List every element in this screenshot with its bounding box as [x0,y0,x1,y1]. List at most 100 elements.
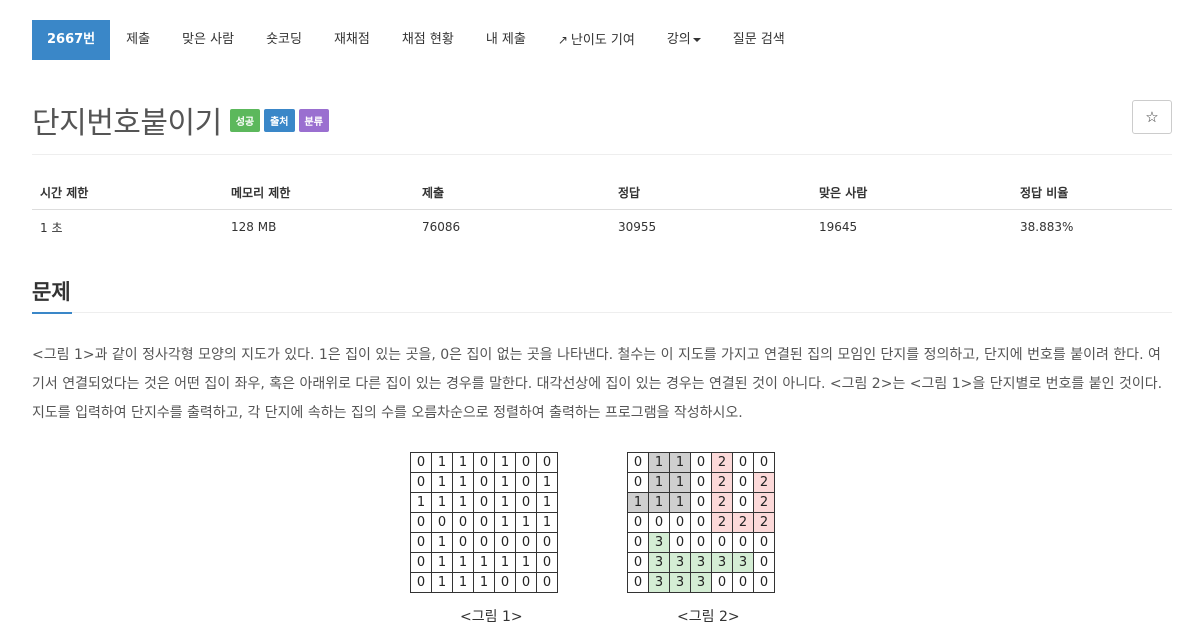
grid-cell: 0 [732,472,754,493]
header-submissions: 제출 [414,175,610,210]
grid-cell: 1 [452,452,474,473]
grid-cell: 1 [473,572,495,593]
grid-cell: 2 [711,452,733,473]
grid-cell: 0 [515,492,537,513]
grid-cell: 0 [536,552,558,573]
grid-cell: 0 [732,452,754,473]
badge-source[interactable]: 출처 [264,108,295,132]
problem-info-table: 시간 제한 메모리 제한 제출 정답 맞은 사람 정답 비율 1 초 128 M… [32,175,1172,244]
grid-cell: 0 [690,492,712,513]
nav-my-submissions[interactable]: 내 제출 [470,20,542,60]
favorite-star-button[interactable]: ☆ [1132,100,1172,134]
header-accepted: 정답 [610,175,811,210]
grid-cell: 0 [732,492,754,513]
grid-cell: 0 [410,572,432,593]
grid-row: 0110202 [627,472,775,493]
nav-difficulty[interactable]: ↗ 난이도 기여 [542,20,651,60]
grid-cell: 1 [627,492,649,513]
table-row: 1 초 128 MB 76086 30955 19645 38.883% [32,210,1172,245]
nav-short-coding[interactable]: 숏코딩 [250,20,318,60]
table-header-row: 시간 제한 메모리 제한 제출 정답 맞은 사람 정답 비율 [32,175,1172,210]
section-underline [32,312,72,314]
grid-row: 0333330 [627,552,775,573]
nav-solved-users[interactable]: 맞은 사람 [166,20,250,60]
grid-cell: 1 [536,472,558,493]
grid-cell: 0 [627,472,649,493]
external-link-icon: ↗ [557,33,568,47]
grid-cell: 1 [648,492,670,513]
value-solved-users: 19645 [819,220,858,234]
header-solved-users: 맞은 사람 [811,175,1012,210]
header-memory-limit: 메모리 제한 [223,175,414,210]
figure-2-caption: <그림 2> [677,609,740,625]
page-title: 단지번호붙이기 [32,106,222,141]
grid-row: 0111110 [410,552,558,573]
badge-success[interactable]: 성공 [229,108,261,132]
grid-cell: 2 [711,492,733,513]
grid-cell: 0 [452,512,474,533]
grid-cell: 1 [494,452,516,473]
grid-cell: 3 [648,572,670,593]
grid-cell: 1 [473,552,495,573]
grid-cell: 2 [753,492,775,513]
grid-cell: 1 [431,492,453,513]
grid-cell: 0 [711,532,733,553]
grid-cell: 0 [753,572,775,593]
grid-cell: 3 [732,552,754,573]
grid-cell: 0 [473,492,495,513]
grid-row: 1110202 [627,492,775,513]
grid-cell: 0 [753,532,775,553]
grid-cell: 3 [690,552,712,573]
caret-down-icon [692,37,701,42]
grid-cell: 3 [669,552,691,573]
grid-row: 1110101 [410,492,558,513]
grid-cell: 0 [648,512,670,533]
grid-cell: 0 [410,472,432,493]
grid-cell: 0 [536,532,558,553]
grid-cell: 0 [494,532,516,553]
grid-cell: 1 [494,492,516,513]
grid-row: 0333000 [627,572,775,593]
value-accept-ratio: 38.883% [1020,220,1074,234]
grid-cell: 0 [431,512,453,533]
grid-cell: 0 [732,532,754,553]
grid-cell: 0 [711,572,733,593]
grid-cell: 0 [627,532,649,553]
grid-cell: 0 [627,552,649,573]
problem-title-row: 단지번호붙이기 성공 출처 분류 [32,98,329,142]
nav-rejudge-status[interactable]: 채점 현황 [386,20,470,60]
grid-cell: 0 [515,452,537,473]
grid-cell: 0 [515,472,537,493]
badge-category[interactable]: 분류 [298,108,329,132]
grid-cell: 1 [431,552,453,573]
grid-cell: 1 [515,552,537,573]
nav-lecture-dropdown[interactable]: 강의 [651,20,717,60]
grid-cell: 0 [753,552,775,573]
nav-submit[interactable]: 제출 [110,20,166,60]
grid-cell: 0 [732,572,754,593]
grid-cell: 1 [669,452,691,473]
figure-2-grid: 0110200011020211102020000222030000003333… [627,452,775,593]
nav-question-search[interactable]: 질문 검색 [717,20,801,60]
header-time-limit: 시간 제한 [32,175,223,210]
grid-cell: 0 [473,532,495,553]
grid-row: 0110100 [410,452,558,473]
grid-cell: 3 [690,572,712,593]
value-time-limit: 1 초 [40,220,63,235]
grid-cell: 0 [690,512,712,533]
nav-rejudge[interactable]: 재채점 [318,20,386,60]
grid-cell: 0 [536,572,558,593]
nav-problem-id[interactable]: 2667번 [32,20,111,60]
grid-cell: 1 [536,492,558,513]
grid-cell: 1 [494,472,516,493]
grid-cell: 0 [627,452,649,473]
value-submissions: 76086 [422,220,461,234]
grid-cell: 1 [494,512,516,533]
grid-row: 0100000 [410,532,558,553]
grid-row: 0000222 [627,512,775,533]
grid-cell: 0 [536,452,558,473]
grid-cell: 2 [753,512,775,533]
grid-cell: 1 [669,472,691,493]
grid-cell: 3 [648,532,670,553]
grid-cell: 0 [452,532,474,553]
